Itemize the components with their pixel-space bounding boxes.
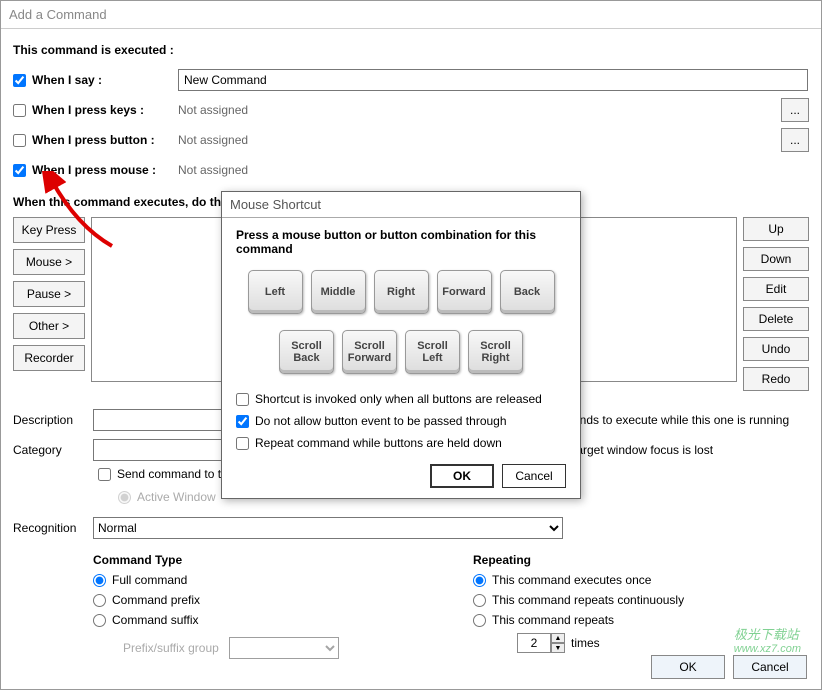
dialog-title: Mouse Shortcut <box>230 197 321 212</box>
triggers-header: This command is executed : <box>13 43 809 57</box>
trigger-button-checkbox[interactable] <box>13 134 26 147</box>
watermark: 极光下载站 www.xz7.com <box>734 624 801 655</box>
dialog-ok-button[interactable]: OK <box>430 464 494 488</box>
mouse-key-forward[interactable]: Forward <box>437 270 492 314</box>
trigger-button-row: When I press button : Not assigned ... <box>13 125 809 155</box>
down-button[interactable]: Down <box>743 247 809 271</box>
repeat-cont-radio[interactable] <box>473 594 486 607</box>
command-prefix-label: Command prefix <box>112 593 200 607</box>
prefix-suffix-group-select <box>229 637 339 659</box>
window-title: Add a Command <box>9 7 107 22</box>
repeat-cont-label: This command repeats continuously <box>492 593 684 607</box>
delete-button[interactable]: Delete <box>743 307 809 331</box>
cancel-button[interactable]: Cancel <box>733 655 807 679</box>
watermark-main: 极光下载站 <box>734 627 799 642</box>
opt-release-label: Shortcut is invoked only when all button… <box>255 392 542 406</box>
redo-button[interactable]: Redo <box>743 367 809 391</box>
keypress-button[interactable]: Key Press <box>13 217 85 243</box>
stop-focus-text: target window focus is lost <box>573 443 713 457</box>
ok-button[interactable]: OK <box>651 655 725 679</box>
dialog-titlebar: Mouse Shortcut <box>222 192 580 218</box>
trigger-keys-checkbox[interactable] <box>13 104 26 117</box>
trigger-keys-assign-button[interactable]: ... <box>781 98 809 122</box>
trigger-button-label: When I press button : <box>32 133 155 147</box>
repeat-n-radio[interactable] <box>473 614 486 627</box>
trigger-keys-value: Not assigned <box>178 103 775 117</box>
command-suffix-label: Command suffix <box>112 613 198 627</box>
repeat-n-label: This command repeats <box>492 613 614 627</box>
recognition-select[interactable]: Normal <box>93 517 563 539</box>
undo-button[interactable]: Undo <box>743 337 809 361</box>
trigger-say-input[interactable] <box>178 69 808 91</box>
trigger-button-value: Not assigned <box>178 133 775 147</box>
up-button[interactable]: Up <box>743 217 809 241</box>
trigger-keys-label: When I press keys : <box>32 103 144 117</box>
trigger-say-checkbox[interactable] <box>13 74 26 87</box>
opt-repeat-held-label: Repeat command while buttons are held do… <box>255 436 502 450</box>
command-type-header: Command Type <box>93 553 473 567</box>
spin-down-icon[interactable]: ▼ <box>551 643 565 653</box>
active-window-label: Active Window <box>137 490 216 504</box>
mouse-menu-button[interactable]: Mouse > <box>13 249 85 275</box>
description-label: Description <box>13 413 93 427</box>
opt-no-passthrough-checkbox[interactable] <box>236 415 249 428</box>
other-menu-button[interactable]: Other > <box>13 313 85 339</box>
full-command-label: Full command <box>112 573 187 587</box>
mouse-shortcut-dialog: Mouse Shortcut Press a mouse button or b… <box>221 191 581 499</box>
repeat-n-value[interactable] <box>517 633 551 653</box>
recorder-button[interactable]: Recorder <box>13 345 85 371</box>
mouse-key-back[interactable]: Back <box>500 270 555 314</box>
trigger-say-label: When I say : <box>32 73 102 87</box>
edit-button[interactable]: Edit <box>743 277 809 301</box>
repeat-once-label: This command executes once <box>492 573 651 587</box>
watermark-sub: www.xz7.com <box>734 643 801 655</box>
allow-other-text: ands to execute while this one is runnin… <box>573 413 789 427</box>
dialog-instruction: Press a mouse button or button combinati… <box>236 228 566 256</box>
action-column: Key Press Mouse > Pause > Other > Record… <box>13 217 85 391</box>
mouse-key-scroll-left[interactable]: Scroll Left <box>405 330 460 374</box>
recognition-label: Recognition <box>13 521 93 535</box>
trigger-mouse-value: Not assigned <box>178 163 809 177</box>
mouse-key-right[interactable]: Right <box>374 270 429 314</box>
opt-repeat-held-checkbox[interactable] <box>236 437 249 450</box>
spin-up-icon[interactable]: ▲ <box>551 633 565 643</box>
repeat-once-radio[interactable] <box>473 574 486 587</box>
times-label: times <box>571 636 600 650</box>
send-command-checkbox[interactable] <box>98 468 111 481</box>
dialog-cancel-button[interactable]: Cancel <box>502 464 566 488</box>
mouse-key-scroll-back[interactable]: Scroll Back <box>279 330 334 374</box>
mouse-key-scroll-forward[interactable]: Scroll Forward <box>342 330 397 374</box>
trigger-mouse-label: When I press mouse : <box>32 163 156 177</box>
opt-no-passthrough-label: Do not allow button event to be passed t… <box>255 414 507 428</box>
repeating-header: Repeating <box>473 553 809 567</box>
trigger-mouse-checkbox[interactable] <box>13 164 26 177</box>
trigger-say-row: When I say : <box>13 65 809 95</box>
trigger-mouse-row: When I press mouse : Not assigned <box>13 155 809 185</box>
repeat-n-spinner[interactable]: ▲▼ <box>517 633 565 653</box>
mouse-key-scroll-right[interactable]: Scroll Right <box>468 330 523 374</box>
mouse-key-middle[interactable]: Middle <box>311 270 366 314</box>
category-label: Category <box>13 443 93 457</box>
side-column: Up Down Edit Delete Undo Redo <box>743 217 809 391</box>
active-window-radio <box>118 491 131 504</box>
opt-release-checkbox[interactable] <box>236 393 249 406</box>
command-prefix-radio[interactable] <box>93 594 106 607</box>
prefix-suffix-group-label: Prefix/suffix group <box>123 641 219 655</box>
mouse-key-left[interactable]: Left <box>248 270 303 314</box>
full-command-radio[interactable] <box>93 574 106 587</box>
pause-menu-button[interactable]: Pause > <box>13 281 85 307</box>
trigger-button-assign-button[interactable]: ... <box>781 128 809 152</box>
send-command-label: Send command to this <box>117 467 236 481</box>
command-suffix-radio[interactable] <box>93 614 106 627</box>
trigger-keys-row: When I press keys : Not assigned ... <box>13 95 809 125</box>
window-titlebar: Add a Command <box>1 1 821 29</box>
